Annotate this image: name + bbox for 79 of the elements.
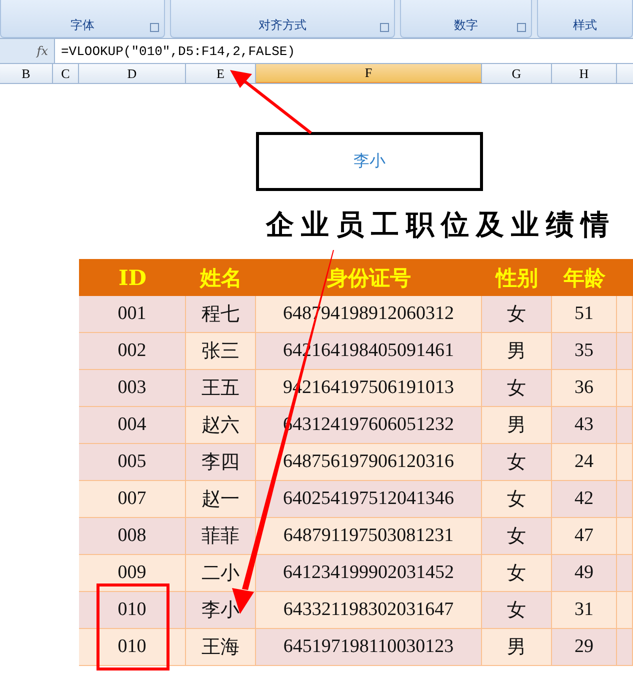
table-cell: 赵六 [186, 407, 256, 444]
table-cell: 47 [552, 518, 617, 555]
table-cell: 35 [552, 333, 617, 370]
table-cell: 女 [482, 444, 552, 481]
group-label: 数字 [454, 17, 478, 34]
table-cell: 49 [552, 555, 617, 592]
table-cell [617, 592, 633, 629]
table-cell: 王海 [186, 629, 256, 666]
table-cell: 女 [482, 592, 552, 629]
table-cell [617, 333, 633, 370]
column-header[interactable]: D [79, 64, 186, 83]
table-cell [617, 296, 633, 333]
table-cell: 男 [482, 629, 552, 666]
table-cell: 002 [79, 333, 186, 370]
header-cell: 性别 [482, 259, 552, 296]
table-cell: 640254197512041346 [256, 481, 482, 518]
table-cell: 女 [482, 555, 552, 592]
column-header[interactable]: C [53, 64, 79, 83]
table-cell: 648756197906120316 [256, 444, 482, 481]
table-cell: 008 [79, 518, 186, 555]
table-cell: 001 [79, 296, 186, 333]
table-cell: 男 [482, 407, 552, 444]
table-cell: 648791197503081231 [256, 518, 482, 555]
table-cell: 张三 [186, 333, 256, 370]
table-cell: 男 [482, 333, 552, 370]
table-cell: 赵一 [186, 481, 256, 518]
column-header[interactable]: G [482, 64, 552, 83]
header-cell [617, 259, 633, 296]
table-cell: 女 [482, 296, 552, 333]
table-cell: 643321198302031647 [256, 592, 482, 629]
group-label: 样式 [573, 17, 597, 34]
table-cell [617, 555, 633, 592]
table-cell: 程七 [186, 296, 256, 333]
group-label: 字体 [70, 17, 94, 34]
formula-field[interactable]: =VLOOKUP(″010″,D5:F14,2,FALSE) [54, 39, 633, 63]
table-cell: 二小 [186, 555, 256, 592]
table-cell [617, 629, 633, 666]
table-cell [617, 518, 633, 555]
dialog-launcher-icon[interactable] [150, 23, 159, 32]
table-cell: 009 [79, 555, 186, 592]
table-cell: 007 [79, 481, 186, 518]
table-cell: 女 [482, 481, 552, 518]
sheet-title: 企业员工职位及业绩情 [266, 207, 617, 243]
table-cell: 004 [79, 407, 186, 444]
group-label: 对齐方式 [258, 17, 306, 34]
table-cell: 王五 [186, 370, 256, 407]
table-cell: 女 [482, 518, 552, 555]
table-cell [617, 481, 633, 518]
table-cell: 李小 [186, 592, 256, 629]
table-cell: 005 [79, 444, 186, 481]
table-cell [617, 444, 633, 481]
function-icon[interactable]: fx [36, 44, 48, 58]
table-cell: 女 [482, 370, 552, 407]
column-header[interactable]: B [0, 64, 53, 83]
table-cell: 24 [552, 444, 617, 481]
result-cell[interactable]: 李小 [256, 132, 483, 191]
table-cell: 003 [79, 370, 186, 407]
table-cell: 51 [552, 296, 617, 333]
table-cell: 010 [79, 629, 186, 666]
table-cell: 645197198110030123 [256, 629, 482, 666]
table-cell: 31 [552, 592, 617, 629]
header-cell: 身份证号 [256, 259, 482, 296]
table-cell: 43 [552, 407, 617, 444]
table-cell: 菲菲 [186, 518, 256, 555]
header-cell: 年龄 [552, 259, 617, 296]
dialog-launcher-icon[interactable] [517, 23, 526, 32]
header-cell: ID [79, 259, 186, 296]
table-cell [617, 407, 633, 444]
table-cell: 29 [552, 629, 617, 666]
column-header[interactable]: H [552, 64, 617, 83]
column-header[interactable]: F [256, 64, 482, 83]
table-cell: 36 [552, 370, 617, 407]
table-cell: 641234199902031452 [256, 555, 482, 592]
header-cell: 姓名 [186, 259, 256, 296]
table-cell: 李四 [186, 444, 256, 481]
dialog-launcher-icon[interactable] [380, 23, 389, 32]
table-cell [617, 370, 633, 407]
table-cell: 010 [79, 592, 186, 629]
table-cell: 42 [552, 481, 617, 518]
